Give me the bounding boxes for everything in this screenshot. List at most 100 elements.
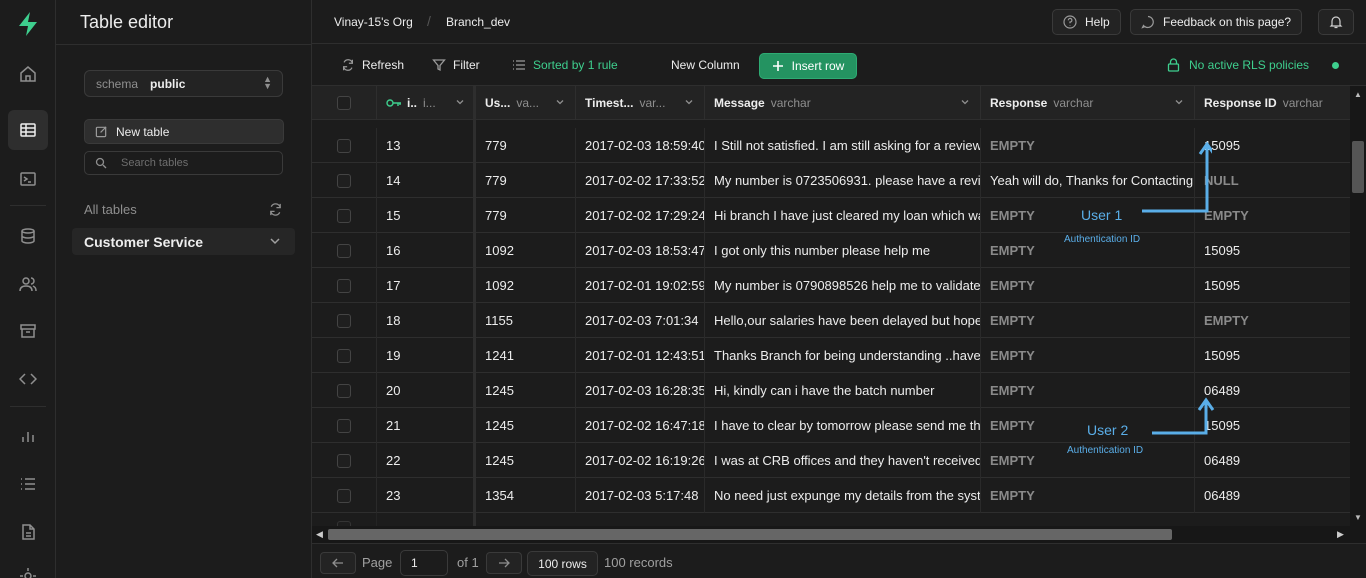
cell-user[interactable]: 1155 bbox=[476, 303, 576, 338]
column-header-message[interactable]: Message varchar bbox=[705, 86, 981, 120]
scroll-right-icon[interactable]: ▶ bbox=[1337, 529, 1344, 540]
table-row[interactable]: 17 1092 2017-02-01 19:02:59 My number is 07… bbox=[312, 268, 1355, 303]
cell-msg[interactable]: Hi branch I have just cleared my loan wh… bbox=[705, 198, 981, 233]
cell-user[interactable]: 779 bbox=[476, 128, 576, 163]
cell-rid[interactable]: 15095 bbox=[1195, 268, 1355, 303]
row-checkbox[interactable] bbox=[337, 208, 351, 223]
refresh-button[interactable]: Refresh bbox=[341, 58, 404, 72]
scroll-up-icon[interactable]: ▲ bbox=[1354, 90, 1362, 99]
cell-msg[interactable]: Hi, kindly can i have the batch number bbox=[705, 373, 981, 408]
cell-ts[interactable]: 2017-02-03 7:01:34 bbox=[576, 303, 705, 338]
docs-icon[interactable] bbox=[8, 512, 48, 552]
cell-rid[interactable]: EMPTY bbox=[1195, 303, 1355, 338]
insert-row-button[interactable]: Insert row bbox=[759, 53, 857, 79]
rows-per-page-button[interactable]: 100 rows bbox=[527, 551, 598, 576]
storage-icon[interactable] bbox=[8, 311, 48, 351]
help-button[interactable]: Help bbox=[1052, 9, 1121, 35]
refresh-tables-icon[interactable] bbox=[268, 202, 283, 220]
scroll-down-icon[interactable]: ▼ bbox=[1354, 513, 1362, 522]
cell-id[interactable]: 20 bbox=[377, 373, 476, 408]
breadcrumb-org[interactable]: Vinay-15's Org bbox=[334, 15, 413, 29]
column-header-id[interactable]: i.. i... bbox=[377, 86, 476, 120]
cell-user[interactable]: 1092 bbox=[476, 233, 576, 268]
table-row[interactable]: 19 1241 2017-02-01 12:43:51 Thanks Branch f… bbox=[312, 338, 1355, 373]
chevron-down-icon[interactable] bbox=[1174, 97, 1184, 107]
row-checkbox[interactable] bbox=[337, 173, 351, 188]
cell-id[interactable]: 16 bbox=[377, 233, 476, 268]
search-tables-input[interactable]: Search tables bbox=[84, 151, 283, 175]
cell-id[interactable]: 13 bbox=[377, 128, 476, 163]
cell-ts[interactable]: 2017-02-01 19:02:59 bbox=[576, 268, 705, 303]
cell-user[interactable]: 779 bbox=[476, 198, 576, 233]
row-checkbox[interactable] bbox=[337, 453, 351, 468]
cell-user[interactable]: 1245 bbox=[476, 408, 576, 443]
cell-ts[interactable]: 2017-02-03 18:53:47 bbox=[576, 233, 705, 268]
row-checkbox[interactable] bbox=[337, 383, 351, 398]
chevron-down-icon[interactable] bbox=[960, 97, 970, 107]
cell-msg[interactable]: I got only this number please help me bbox=[705, 233, 981, 268]
cell-user[interactable]: 1245 bbox=[476, 443, 576, 478]
cell-rid[interactable]: 06489 bbox=[1195, 443, 1355, 478]
scroll-left-icon[interactable]: ◀ bbox=[316, 529, 323, 540]
cell-user[interactable]: 1245 bbox=[476, 373, 576, 408]
feedback-button[interactable]: Feedback on this page? bbox=[1130, 9, 1303, 35]
cell-ts[interactable]: 2017-02-03 18:59:40 bbox=[576, 128, 705, 163]
cell-ts[interactable]: 2017-02-02 16:47:18 bbox=[576, 408, 705, 443]
cell-msg[interactable]: Thanks Branch for being understanding ..… bbox=[705, 338, 981, 373]
cell-id[interactable]: 23 bbox=[377, 478, 476, 513]
chevron-down-icon[interactable] bbox=[555, 97, 565, 107]
row-checkbox[interactable] bbox=[337, 243, 351, 258]
cell-user[interactable]: 1354 bbox=[476, 478, 576, 513]
rls-status[interactable]: No active RLS policies bbox=[1167, 58, 1309, 72]
cell-msg[interactable]: My number is 0723506931. please have a r… bbox=[705, 163, 981, 198]
cell-id[interactable]: 18 bbox=[377, 303, 476, 338]
sql-editor-icon[interactable] bbox=[8, 159, 48, 199]
cell-ts[interactable]: 2017-02-03 16:28:35 bbox=[576, 373, 705, 408]
cell-rid[interactable]: 06489 bbox=[1195, 478, 1355, 513]
next-page-button[interactable] bbox=[486, 552, 522, 574]
scrollbar-thumb[interactable] bbox=[328, 529, 1172, 540]
cell-ts[interactable]: 2017-02-02 16:19:26 bbox=[576, 443, 705, 478]
cell-id[interactable]: 14 bbox=[377, 163, 476, 198]
cell-ts[interactable]: 2017-02-03 5:17:48 bbox=[576, 478, 705, 513]
horizontal-scrollbar[interactable]: ◀ ▶ bbox=[312, 526, 1350, 543]
cell-msg[interactable]: My number is 0790898526 help me to valid… bbox=[705, 268, 981, 303]
select-all-checkbox[interactable] bbox=[337, 96, 351, 110]
cell-id[interactable]: 21 bbox=[377, 408, 476, 443]
users-icon[interactable] bbox=[8, 264, 48, 304]
reports-icon[interactable] bbox=[8, 416, 48, 456]
cell-resp[interactable]: EMPTY bbox=[981, 478, 1195, 513]
cell-msg[interactable]: I was at CRB offices and they haven't re… bbox=[705, 443, 981, 478]
home-icon[interactable] bbox=[8, 54, 48, 94]
page-input[interactable]: 1 bbox=[400, 550, 448, 576]
row-checkbox[interactable] bbox=[337, 488, 351, 503]
new-table-button[interactable]: New table bbox=[84, 119, 284, 144]
cell-user[interactable]: 1241 bbox=[476, 338, 576, 373]
settings-icon[interactable] bbox=[8, 556, 48, 578]
cell-id[interactable]: 19 bbox=[377, 338, 476, 373]
row-checkbox[interactable] bbox=[337, 418, 351, 433]
cell-rid[interactable]: NULL bbox=[1195, 163, 1355, 198]
row-checkbox[interactable] bbox=[337, 313, 351, 328]
cell-user[interactable]: 1092 bbox=[476, 268, 576, 303]
breadcrumb-branch[interactable]: Branch_dev bbox=[446, 15, 510, 29]
table-editor-icon[interactable] bbox=[8, 110, 48, 150]
cell-rid[interactable]: EMPTY bbox=[1195, 198, 1355, 233]
logs-icon[interactable] bbox=[8, 464, 48, 504]
cell-id[interactable]: 15 bbox=[377, 198, 476, 233]
table-row[interactable]: 16 1092 2017-02-03 18:53:47 I got only this… bbox=[312, 233, 1355, 268]
row-checkbox[interactable] bbox=[337, 278, 351, 293]
vertical-scrollbar[interactable]: ▲ ▼ bbox=[1350, 86, 1366, 526]
cell-id[interactable]: 17 bbox=[377, 268, 476, 303]
column-header-timestamp[interactable]: Timest... var... bbox=[576, 86, 705, 120]
table-row[interactable]: 22 1245 2017-02-02 16:19:26 I was at CRB of… bbox=[312, 443, 1355, 478]
cell-id[interactable]: 22 bbox=[377, 443, 476, 478]
database-icon[interactable] bbox=[8, 216, 48, 256]
cell-rid[interactable]: 15095 bbox=[1195, 128, 1355, 163]
cell-msg[interactable]: I have to clear by tomorrow please send … bbox=[705, 408, 981, 443]
notifications-button[interactable] bbox=[1318, 9, 1354, 35]
cell-rid[interactable]: 15095 bbox=[1195, 233, 1355, 268]
row-checkbox[interactable] bbox=[337, 348, 351, 363]
scrollbar-thumb[interactable] bbox=[1352, 141, 1364, 193]
filter-button[interactable]: Filter bbox=[432, 58, 480, 72]
